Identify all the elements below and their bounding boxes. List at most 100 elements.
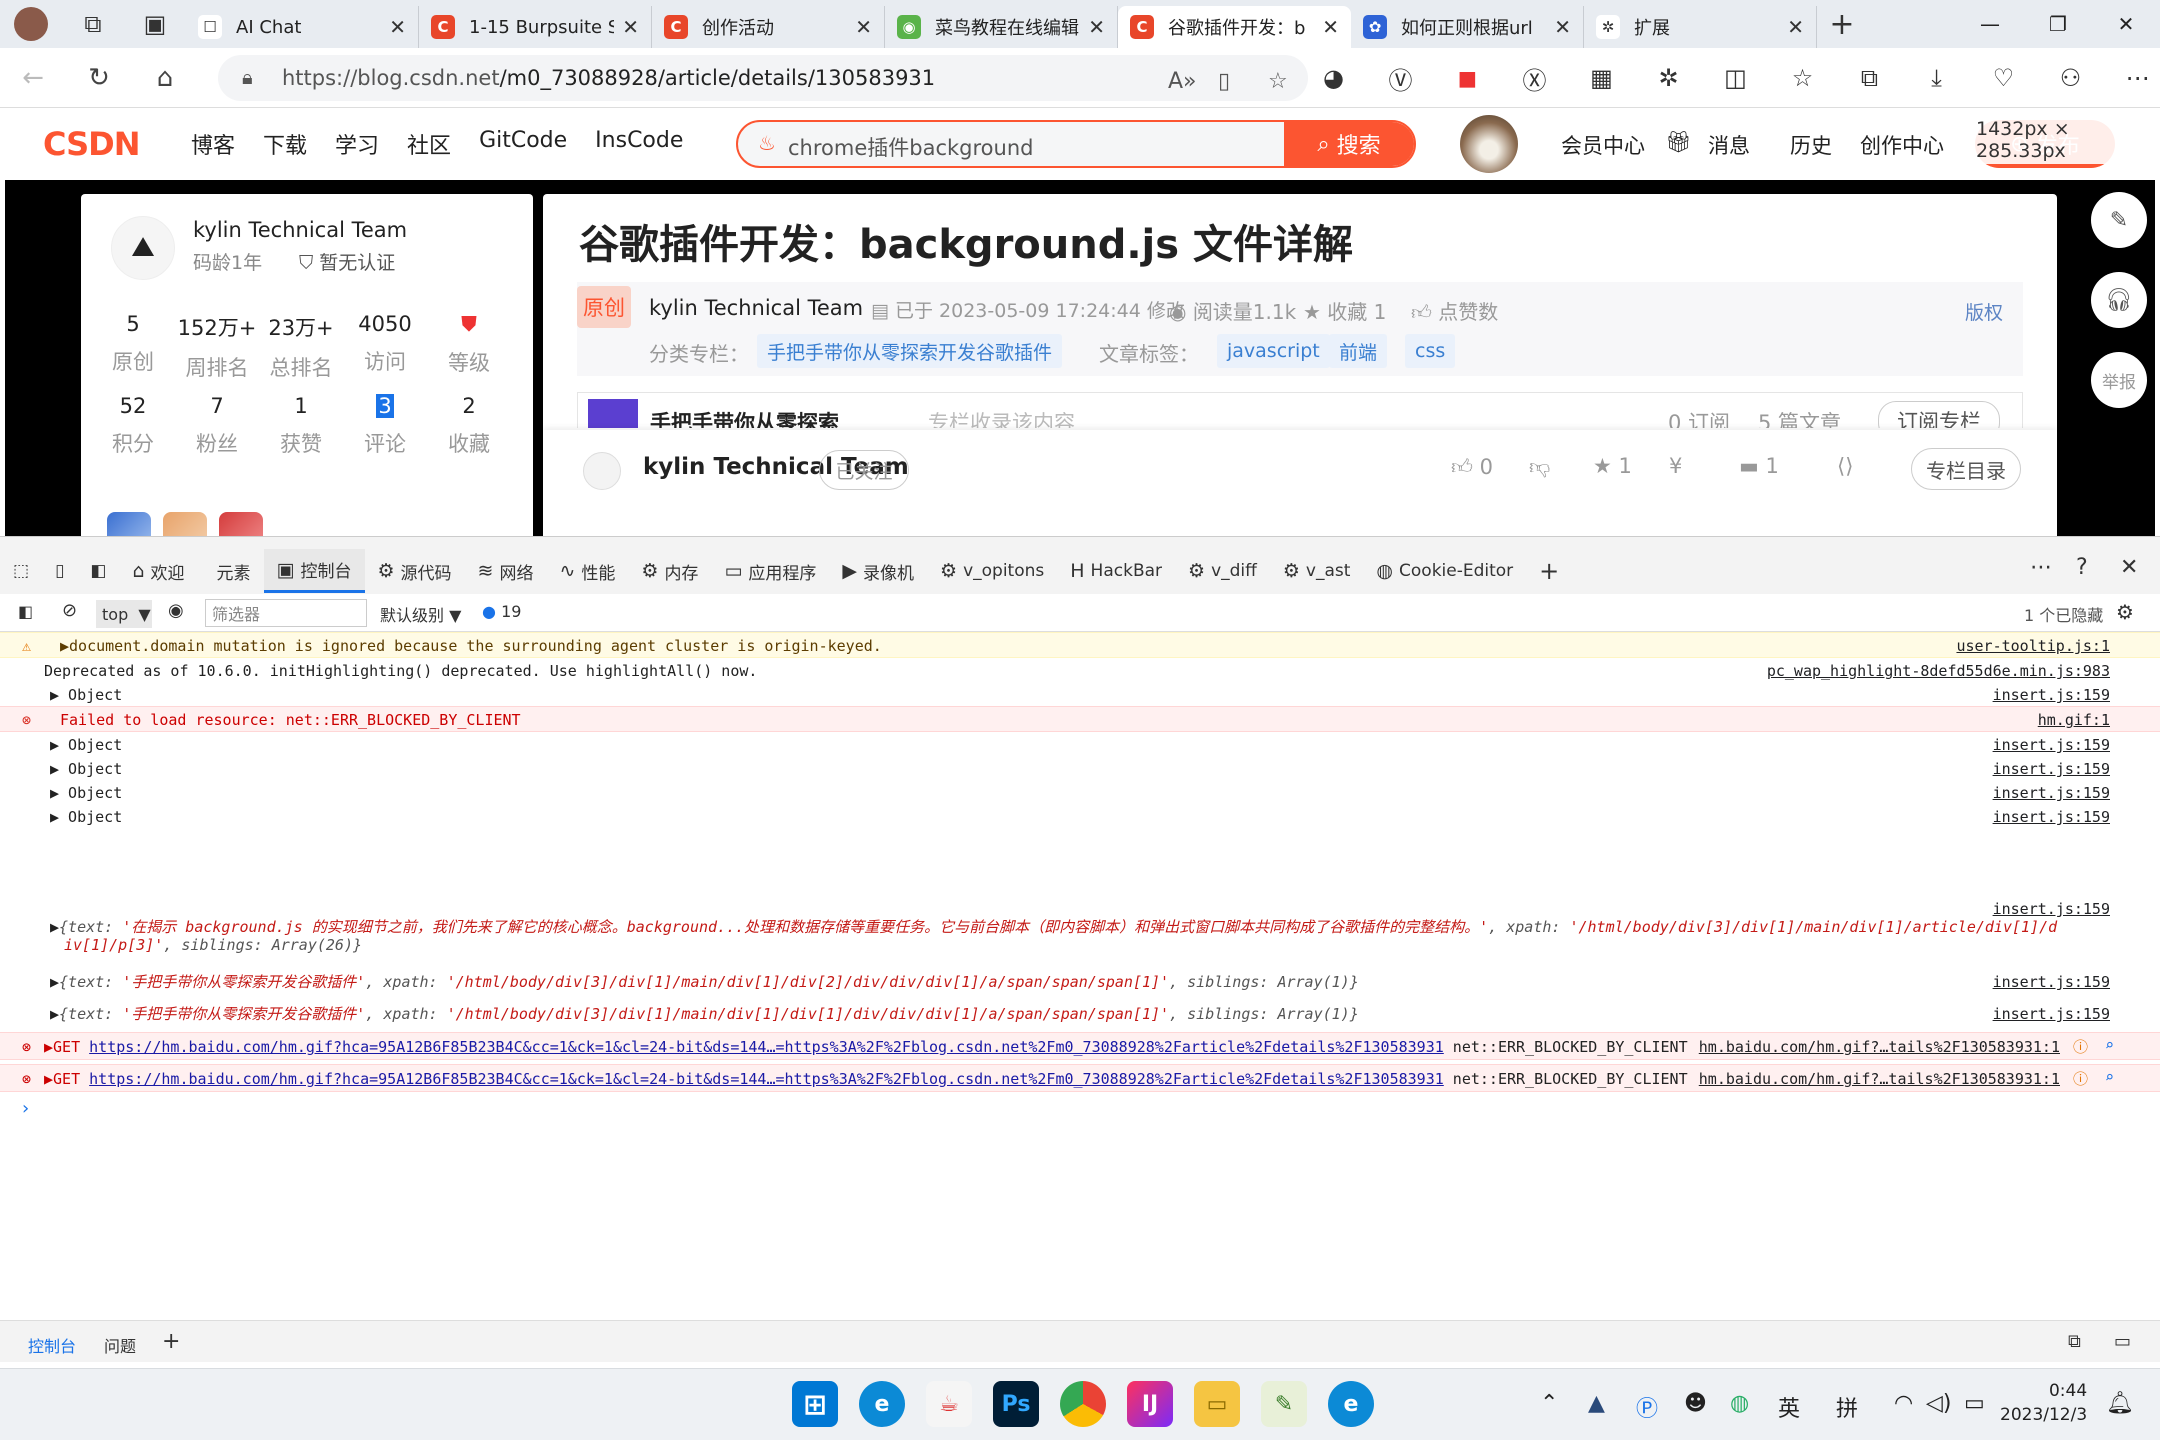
profile-stat[interactable]: 152万+ 周排名	[175, 312, 259, 382]
tray-wechat-icon[interactable]: ◍	[1730, 1391, 1749, 1416]
source-link[interactable]: hm.baidu.com/hm.gif?…tails%2F130583931:1	[1699, 1038, 2060, 1056]
customer-service-icon[interactable]: 🎧︎	[2091, 272, 2147, 328]
edge-dev-app-icon[interactable]: e	[1328, 1381, 1374, 1427]
sidebar-toggle-icon[interactable]: ◧	[18, 602, 33, 621]
reward-icon[interactable]: ¥	[1669, 454, 1682, 478]
user-avatar[interactable]	[1460, 115, 1518, 173]
devtools-tab[interactable]: ⚙ 源代码	[365, 549, 465, 593]
browser-tab[interactable]: ◉ 菜鸟教程在线编辑 ✕	[885, 6, 1118, 48]
devtools-tab[interactable]: ≋ 网络	[465, 549, 547, 593]
java-app-icon[interactable]: ☕︎	[926, 1381, 972, 1427]
profile-stat[interactable]: 23万+ 总排名	[259, 312, 343, 382]
split-screen-icon[interactable]: ◫	[1702, 56, 1769, 100]
tray-app-1-icon[interactable]: ▲	[1588, 1391, 1605, 1416]
badge-2-icon[interactable]	[163, 512, 207, 536]
console-log-row[interactable]: ▶ Object insert.js:159	[0, 732, 2160, 756]
extension-red-icon[interactable]: ◼	[1434, 56, 1501, 100]
source-link[interactable]: insert.js:159	[1993, 900, 2110, 918]
csdn-logo[interactable]: CSDN	[43, 125, 163, 163]
profile-stat[interactable]: 52 积分	[91, 394, 175, 458]
console-filter-input[interactable]: 筛选器	[205, 599, 367, 627]
follow-button[interactable]: 已关注	[819, 450, 909, 490]
edge-app-icon[interactable]: e	[859, 1381, 905, 1427]
read-aloud-icon[interactable]: A»	[1168, 69, 1197, 94]
context-select[interactable]: top ▼	[96, 600, 152, 628]
meta-author[interactable]: kylin Technical Team	[649, 296, 863, 320]
meta-likes[interactable]: 👍︎ 点赞数	[1411, 296, 1498, 325]
dock-side-icon[interactable]: ⧉	[2068, 1331, 2081, 1352]
csdn-nav-2[interactable]: 学习	[335, 128, 379, 160]
source-link[interactable]: user-tooltip.js:1	[1956, 637, 2110, 655]
messages-link[interactable]: 消息	[1708, 130, 1750, 160]
devtools-tab[interactable]: H HackBar	[1057, 549, 1175, 593]
search-icon[interactable]: ⌕	[2105, 1068, 2114, 1086]
drawer-add-tab-icon[interactable]: +	[162, 1329, 180, 1354]
browser-tab[interactable]: C 创作活动 ✕	[652, 6, 885, 48]
drawer-collapse-icon[interactable]: ▭	[2114, 1331, 2131, 1352]
source-link[interactable]: insert.js:159	[1993, 973, 2110, 991]
devtools-tab[interactable]: 元素	[198, 549, 264, 593]
console-prompt[interactable]: ›	[0, 1100, 2160, 1124]
initiator-icon[interactable]: ⓘ	[2073, 1038, 2088, 1056]
chrome-app-icon[interactable]	[1060, 1381, 1106, 1427]
devtools-tab[interactable]: ▣ 控制台	[263, 549, 365, 593]
new-tab-button[interactable]: +	[1817, 7, 1867, 42]
wifi-icon[interactable]: ◠	[1894, 1391, 1913, 1416]
performance-icon[interactable]: ♡	[1970, 56, 2037, 100]
csdn-nav-5[interactable]: InsCode	[595, 128, 683, 160]
devtools-tab[interactable]: ▭ 应用程序	[711, 549, 829, 593]
edit-icon[interactable]: ✎	[2091, 192, 2147, 248]
collections-icon[interactable]: ⧉	[1836, 56, 1903, 100]
tag-frontend[interactable]: 前端	[1329, 334, 1388, 368]
close-tab-icon[interactable]: ✕	[1787, 15, 1804, 39]
profile-stat[interactable]: 7 粉丝	[175, 394, 259, 458]
qr-code-icon[interactable]: ▦	[1568, 56, 1635, 100]
tray-p-icon[interactable]: Ⓟ	[1636, 1391, 1658, 1423]
search-icon[interactable]: ⌕	[2105, 1036, 2114, 1054]
profile-stat[interactable]: 5 原创	[91, 312, 175, 376]
console-log-row[interactable]: ▶ Object insert.js:159	[0, 804, 2160, 828]
close-tab-icon[interactable]: ✕	[389, 15, 406, 39]
live-expression-icon[interactable]: ◉	[168, 600, 184, 621]
notification-bell-icon[interactable]: 🔔︎	[2106, 1391, 2134, 1416]
devtools-tab[interactable]: ▶ 录像机	[829, 549, 927, 593]
close-tab-icon[interactable]: ✕	[1088, 15, 1105, 39]
profile-stat[interactable]: 2 收藏	[427, 394, 511, 458]
expand-arrow-icon[interactable]: ▶	[50, 1005, 59, 1023]
close-devtools-icon[interactable]: ✕	[2120, 555, 2138, 580]
tray-qq-icon[interactable]: ☻	[1684, 1391, 1707, 1416]
console-err-row[interactable]: ⊗ Failed to load resource: net::ERR_BLOCK…	[0, 706, 2160, 732]
profile-stat[interactable]: 1 获赞	[259, 394, 343, 458]
devtools-tab[interactable]: ⚙ 内存	[628, 549, 711, 593]
browser-tab[interactable]: ✲ 扩展 ✕	[1584, 6, 1817, 48]
get-url[interactable]: https://hm.baidu.com/hm.gif?hca=95A12B6F…	[89, 1070, 1444, 1088]
drawer-tab-console[interactable]: 控制台	[28, 1333, 76, 1357]
console-log-row[interactable]: ▶ Object insert.js:159	[0, 682, 2160, 706]
profile-stat[interactable]: 4050 访问	[343, 312, 427, 376]
source-link[interactable]: hm.baidu.com/hm.gif?…tails%2F130583931:1	[1699, 1070, 2060, 1088]
reader-mode-icon[interactable]: ▯	[1218, 69, 1230, 94]
device-toolbar-icon[interactable]: ▯	[42, 549, 77, 593]
category-chip[interactable]: 手把手带你从零探索开发谷歌插件	[757, 334, 1063, 368]
profile-avatar-icon[interactable]	[0, 0, 62, 48]
gift-icon[interactable]: 🎁︎	[1665, 130, 1692, 155]
csdn-nav-1[interactable]: 下载	[263, 128, 307, 160]
tab-actions-icon[interactable]: ▣	[124, 0, 186, 48]
start-menu-icon[interactable]: ⊞	[792, 1381, 838, 1427]
drawer-tab-issues[interactable]: 问题	[104, 1333, 136, 1357]
devtools-tab[interactable]: ⚙ v_opitons	[927, 549, 1057, 593]
url-bar[interactable]: 🔒︎ https://blog.csdn.net/m0_73088928/art…	[218, 55, 1308, 101]
column-card-peek[interactable]: 手把手带你从零探索 专栏收录该内容 0 订阅 5 篇文章 订阅专栏	[577, 392, 2023, 428]
get-url[interactable]: https://hm.baidu.com/hm.gif?hca=95A12B6F…	[89, 1038, 1444, 1056]
copyright-link[interactable]: 版权	[1965, 298, 2003, 325]
dock-panel-icon[interactable]: ◧	[77, 549, 119, 593]
console-log-row[interactable]: Deprecated as of 10.6.0. initHighlightin…	[0, 658, 2160, 682]
refresh-button[interactable]: ↻	[66, 48, 132, 108]
workspaces-icon[interactable]: ⧉	[62, 0, 124, 48]
csdn-nav-4[interactable]: GitCode	[479, 128, 567, 160]
ime-pinyin[interactable]: 拼	[1836, 1391, 1858, 1423]
subscribe-column-button[interactable]: 订阅专栏	[1878, 401, 2000, 428]
source-link[interactable]: insert.js:159	[1993, 784, 2110, 802]
search-button[interactable]: ⌕ 搜索	[1284, 122, 1414, 166]
browser-tab[interactable]: C 谷歌插件开发：b ✕	[1118, 6, 1351, 48]
